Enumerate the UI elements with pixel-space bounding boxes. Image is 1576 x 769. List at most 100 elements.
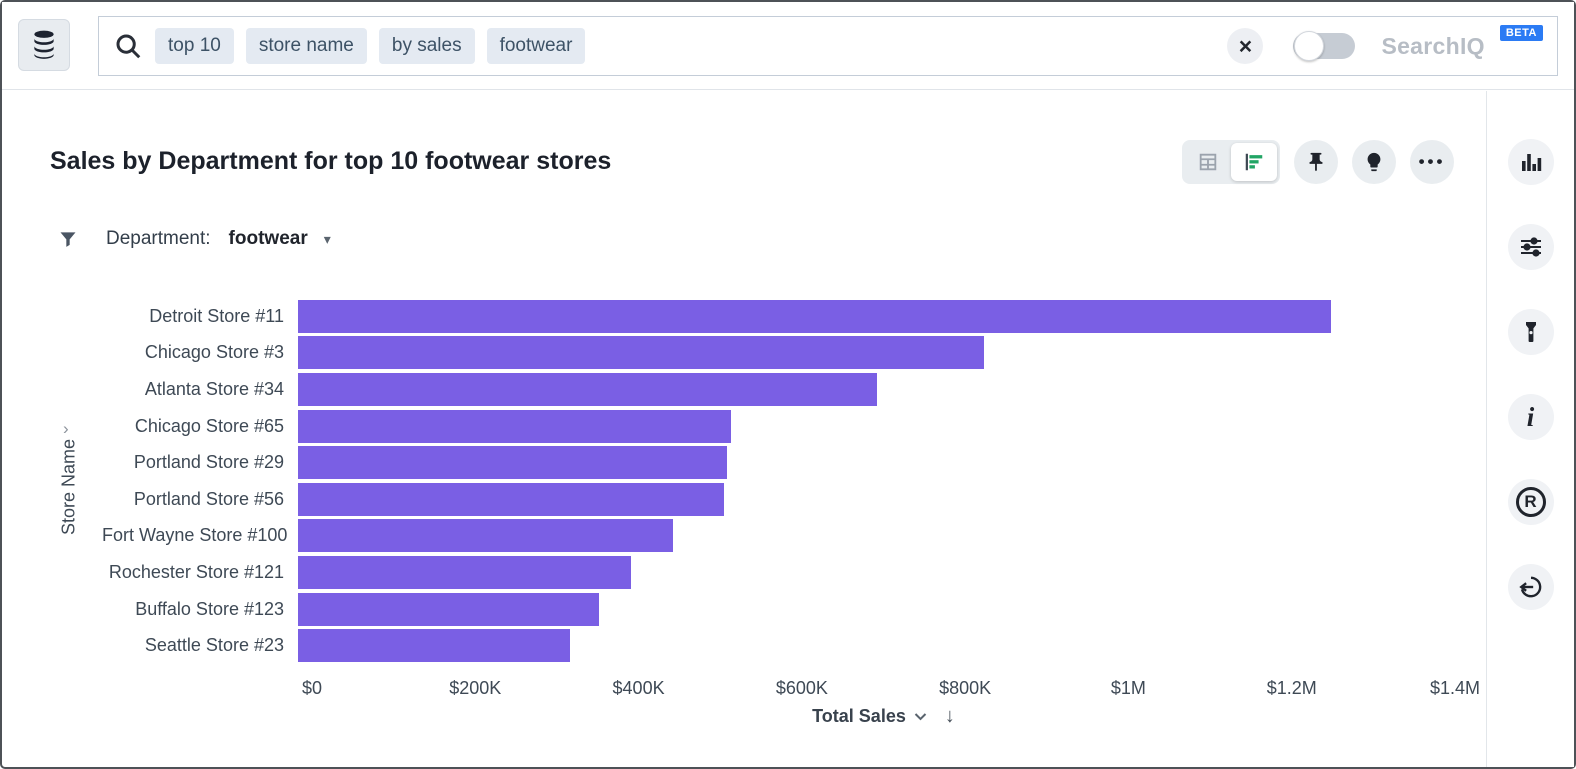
bar-area: [298, 483, 1455, 516]
horizontal-bar-chart-icon: [1243, 151, 1265, 173]
search-icon: [113, 31, 143, 61]
search-token-list: top 10 store name by sales footwear: [155, 28, 585, 64]
database-icon: [31, 30, 57, 60]
search-token[interactable]: store name: [246, 28, 367, 64]
table-icon: [1197, 151, 1219, 173]
bar[interactable]: [298, 373, 877, 406]
bar-area: [298, 336, 1455, 369]
bar-area: [298, 410, 1455, 443]
sort-descending-icon[interactable]: ↓: [945, 705, 955, 728]
chart-view-button[interactable]: [1231, 143, 1277, 181]
search-token[interactable]: by sales: [379, 28, 475, 64]
axis-caret-icon[interactable]: [914, 712, 927, 721]
bar[interactable]: [298, 300, 1331, 333]
y-tick-label: Portland Store #29: [102, 452, 298, 473]
chevron-down-icon[interactable]: ▾: [324, 231, 331, 248]
bar[interactable]: [298, 446, 727, 479]
x-axis-title[interactable]: Total Sales: [812, 706, 906, 727]
chart-row: Chicago Store #3: [102, 335, 1455, 372]
search-bar[interactable]: top 10store nameby salesfootwear × Searc…: [98, 16, 1558, 76]
beta-badge: BETA: [1500, 25, 1543, 41]
bar[interactable]: [298, 593, 599, 626]
exit-arrow-icon: [1518, 574, 1544, 600]
toggle-knob[interactable]: [1294, 31, 1324, 61]
searchiq-toggle[interactable]: [1293, 33, 1355, 59]
bar-area: [298, 519, 1455, 552]
bar[interactable]: [298, 483, 724, 516]
y-axis-title: Store Name: [59, 439, 80, 535]
search-token[interactable]: top 10: [155, 28, 234, 64]
search-token[interactable]: footwear: [487, 28, 586, 64]
chart-row: Fort Wayne Store #100: [102, 518, 1455, 555]
bar-area: [298, 556, 1455, 589]
chart-row: Buffalo Store #123: [102, 591, 1455, 628]
chart-row: Detroit Store #11: [102, 298, 1455, 335]
right-toolbar: i R: [1486, 91, 1574, 767]
bar-area: [298, 629, 1455, 662]
x-axis-ticks: $0$200K$400K$600K$800K$1M$1.2M$1.4M: [312, 678, 1455, 704]
bar-area: [298, 593, 1455, 626]
x-tick-label: $1M: [1111, 678, 1146, 699]
bar[interactable]: [298, 519, 673, 552]
x-tick-label: $200K: [449, 678, 501, 699]
y-tick-label: Chicago Store #3: [102, 342, 298, 363]
pin-icon: [1305, 151, 1327, 173]
x-tick-label: $1.4M: [1430, 678, 1480, 699]
y-tick-label: Detroit Store #11: [102, 306, 298, 327]
info-button[interactable]: i: [1508, 394, 1554, 440]
ellipsis-icon: •••: [1419, 152, 1446, 172]
bar-chart-icon: [1519, 150, 1543, 174]
y-tick-label: Seattle Store #23: [102, 635, 298, 656]
x-tick-label: $400K: [613, 678, 665, 699]
clear-search-button[interactable]: ×: [1227, 28, 1263, 64]
bar-area: [298, 300, 1455, 333]
chart-row: Rochester Store #121: [102, 554, 1455, 591]
chart-row: Seattle Store #23: [102, 627, 1455, 664]
configure-button[interactable]: [1508, 224, 1554, 270]
pin-button[interactable]: [1294, 140, 1338, 184]
bar[interactable]: [298, 336, 984, 369]
page-title: Sales by Department for top 10 footwear …: [50, 147, 611, 176]
bar-area: [298, 446, 1455, 479]
insights-button[interactable]: [1352, 140, 1396, 184]
view-switcher: [1182, 140, 1280, 184]
highlights-button[interactable]: [1508, 309, 1554, 355]
header-controls: •••: [1182, 140, 1454, 184]
y-tick-label: Atlanta Store #34: [102, 379, 298, 400]
app-logo-button[interactable]: [18, 19, 70, 71]
lightbulb-icon: [1363, 151, 1385, 173]
more-options-button[interactable]: •••: [1410, 140, 1454, 184]
exit-button[interactable]: [1508, 564, 1554, 610]
chart-row: Portland Store #29: [102, 444, 1455, 481]
filter-value[interactable]: footwear: [229, 228, 308, 250]
y-tick-label: Buffalo Store #123: [102, 599, 298, 620]
sliders-icon: [1519, 235, 1543, 259]
bar[interactable]: [298, 410, 731, 443]
filter-label: Department:: [106, 228, 211, 250]
info-icon: i: [1527, 402, 1535, 433]
y-tick-label: Portland Store #56: [102, 489, 298, 510]
chart-row: Atlanta Store #34: [102, 371, 1455, 408]
chart-rows: Detroit Store #11 Chicago Store #3 Atlanta…: [102, 298, 1455, 664]
flashlight-icon: [1519, 320, 1543, 344]
r-analysis-button[interactable]: R: [1508, 479, 1554, 525]
x-tick-label: $0: [302, 678, 322, 699]
r-icon: R: [1516, 487, 1546, 517]
y-tick-label: Chicago Store #65: [102, 416, 298, 437]
topbar: top 10store nameby salesfootwear × Searc…: [2, 2, 1574, 90]
x-axis-title-row: Total Sales ↓: [312, 705, 1455, 728]
y-tick-label: Rochester Store #121: [102, 562, 298, 583]
bar-area: [298, 373, 1455, 406]
bar[interactable]: [298, 629, 570, 662]
bar[interactable]: [298, 556, 631, 589]
y-axis-chevron-icon[interactable]: ›: [63, 419, 69, 439]
bar-chart: Detroit Store #11 Chicago Store #3 Atlanta…: [102, 298, 1455, 664]
table-view-button[interactable]: [1185, 143, 1231, 181]
filter-row: Department: footwear ▾: [58, 228, 331, 250]
x-tick-label: $1.2M: [1267, 678, 1317, 699]
change-visualization-button[interactable]: [1508, 139, 1554, 185]
funnel-icon: [58, 229, 78, 249]
x-tick-label: $800K: [939, 678, 991, 699]
chart-row: Chicago Store #65: [102, 408, 1455, 445]
x-tick-label: $600K: [776, 678, 828, 699]
